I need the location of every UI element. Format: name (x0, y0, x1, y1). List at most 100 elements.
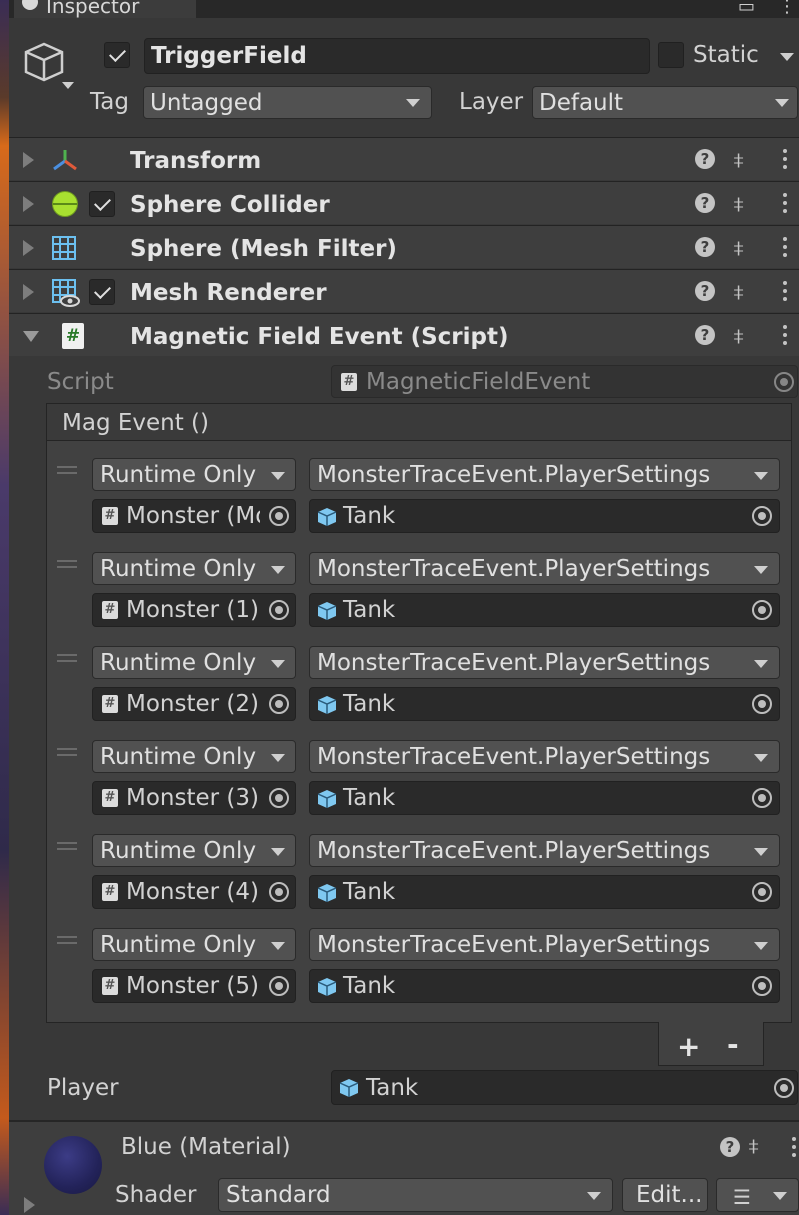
preset-icon[interactable]: ⧧ (733, 236, 744, 261)
static-toggle[interactable] (658, 42, 684, 68)
function-dropdown[interactable]: MonsterTraceEvent.PlayerSettings (309, 552, 780, 585)
add-remove-footer: + - (658, 1022, 764, 1066)
object-picker-icon[interactable] (269, 694, 289, 714)
drag-handle-icon[interactable] (57, 560, 77, 568)
add-listener-button[interactable]: + (677, 1030, 700, 1063)
name-field[interactable]: TriggerField (144, 38, 650, 74)
object-picker-icon[interactable] (269, 882, 289, 902)
preset-icon[interactable]: ⧧ (748, 1134, 759, 1159)
inspector-tab[interactable]: Inspector (14, 0, 196, 18)
chevron-down-icon (271, 566, 285, 574)
component-header-magnetic-field-event[interactable]: # Magnetic Field Event (Script) ? ⧧ (9, 313, 799, 356)
foldout-arrow-icon[interactable] (23, 331, 39, 342)
object-picker-icon[interactable] (269, 600, 289, 620)
function-dropdown[interactable]: MonsterTraceEvent.PlayerSettings (309, 458, 780, 491)
function-dropdown[interactable]: MonsterTraceEvent.PlayerSettings (309, 928, 780, 961)
object-picker-icon[interactable] (269, 976, 289, 996)
argument-object-field[interactable]: Tank (309, 875, 780, 909)
target-object-field[interactable]: # Monster (5) (92, 969, 296, 1003)
object-picker-icon[interactable] (752, 506, 772, 526)
maximize-icon[interactable]: ▭ (738, 0, 755, 17)
foldout-arrow-icon[interactable] (24, 1197, 35, 1213)
object-picker-icon[interactable] (269, 788, 289, 808)
function-dropdown[interactable]: MonsterTraceEvent.PlayerSettings (309, 834, 780, 867)
help-icon[interactable]: ? (695, 149, 715, 169)
remove-listener-button[interactable]: - (727, 1028, 739, 1061)
help-icon[interactable]: ? (695, 325, 715, 345)
argument-object-field[interactable]: Tank (309, 687, 780, 721)
component-header-mesh-filter[interactable]: Sphere (Mesh Filter) ? ⧧ (9, 225, 799, 268)
context-menu-icon[interactable] (783, 325, 787, 349)
object-picker-icon[interactable] (752, 788, 772, 808)
target-object-field[interactable]: # Monster (2) (92, 687, 296, 721)
foldout-arrow-icon[interactable] (23, 196, 34, 212)
chevron-down-icon (775, 99, 789, 107)
component-header-mesh-renderer[interactable]: Mesh Renderer ? ⧧ (9, 269, 799, 312)
drag-handle-icon[interactable] (57, 466, 77, 474)
preset-icon[interactable]: ⧧ (733, 280, 744, 305)
component-title: Sphere Collider (130, 192, 330, 218)
call-mode-dropdown[interactable]: Runtime Only (92, 646, 296, 679)
target-object-field[interactable]: # Monster (Mo (92, 499, 296, 533)
call-mode-dropdown[interactable]: Runtime Only (92, 552, 296, 585)
target-object-field[interactable]: # Monster (4) (92, 875, 296, 909)
chevron-down-icon (754, 566, 768, 574)
argument-object-field[interactable]: Tank (309, 781, 780, 815)
drag-handle-icon[interactable] (57, 748, 77, 756)
function-dropdown[interactable]: MonsterTraceEvent.PlayerSettings (309, 740, 780, 773)
object-picker-icon[interactable] (752, 976, 772, 996)
help-icon[interactable]: ? (695, 193, 715, 213)
foldout-arrow-icon[interactable] (23, 152, 34, 168)
context-menu-icon[interactable] (783, 237, 787, 261)
static-dropdown-icon[interactable] (780, 53, 794, 61)
drag-handle-icon[interactable] (57, 842, 77, 850)
enabled-toggle[interactable] (89, 191, 115, 217)
player-object-field[interactable]: Tank (331, 1070, 798, 1105)
context-menu-icon[interactable] (783, 149, 787, 173)
context-menu-icon[interactable] (783, 281, 787, 305)
target-object-field[interactable]: # Monster (1) (92, 593, 296, 627)
active-toggle[interactable] (104, 42, 130, 68)
listener-row: Runtime Only MonsterTraceEvent.PlayerSet… (0, 834, 799, 920)
preset-icon[interactable]: ⧧ (733, 324, 744, 349)
call-mode-dropdown[interactable]: Runtime Only (92, 458, 296, 491)
object-picker-icon[interactable] (752, 600, 772, 620)
drag-handle-icon[interactable] (57, 936, 77, 944)
chevron-down-icon (271, 754, 285, 762)
shader-dropdown[interactable]: Standard (218, 1178, 613, 1212)
foldout-arrow-icon[interactable] (23, 240, 34, 256)
foldout-arrow-icon[interactable] (23, 284, 34, 300)
preset-icon[interactable]: ⧧ (733, 192, 744, 217)
enabled-toggle[interactable] (89, 279, 115, 305)
object-picker-icon[interactable] (752, 694, 772, 714)
preset-icon[interactable]: ⧧ (733, 148, 744, 173)
script-value: MagneticFieldEvent (366, 369, 591, 395)
target-object-field[interactable]: # Monster (3) (92, 781, 296, 815)
help-icon[interactable]: ? (695, 281, 715, 301)
drag-handle-icon[interactable] (57, 654, 77, 662)
component-header-transform[interactable]: Transform ? ⧧ (9, 137, 799, 180)
chevron-down-icon (754, 754, 768, 762)
function-dropdown[interactable]: MonsterTraceEvent.PlayerSettings (309, 646, 780, 679)
layer-dropdown[interactable]: Default (532, 86, 798, 119)
context-menu-icon[interactable] (792, 1137, 796, 1161)
object-picker-icon[interactable] (269, 506, 289, 526)
component-header-sphere-collider[interactable]: Sphere Collider ? ⧧ (9, 181, 799, 224)
script-file-icon: # (102, 601, 118, 619)
edit-shader-button[interactable]: Edit... (622, 1178, 708, 1212)
shader-options-dropdown[interactable]: ☰ (716, 1178, 799, 1212)
help-icon[interactable]: ? (720, 1137, 740, 1157)
object-picker-icon[interactable] (774, 1078, 794, 1098)
context-menu-icon[interactable] (783, 193, 787, 217)
argument-object-field[interactable]: Tank (309, 969, 780, 1003)
chevron-down-icon (271, 660, 285, 668)
call-mode-dropdown[interactable]: Runtime Only (92, 740, 296, 773)
call-mode-dropdown[interactable]: Runtime Only (92, 928, 296, 961)
menu-kebab-icon[interactable]: ⋮ (778, 0, 796, 17)
object-picker-icon[interactable] (752, 882, 772, 902)
tag-dropdown[interactable]: Untagged (143, 86, 432, 119)
argument-object-field[interactable]: Tank (309, 593, 780, 627)
call-mode-dropdown[interactable]: Runtime Only (92, 834, 296, 867)
help-icon[interactable]: ? (695, 237, 715, 257)
argument-object-field[interactable]: Tank (309, 499, 780, 533)
